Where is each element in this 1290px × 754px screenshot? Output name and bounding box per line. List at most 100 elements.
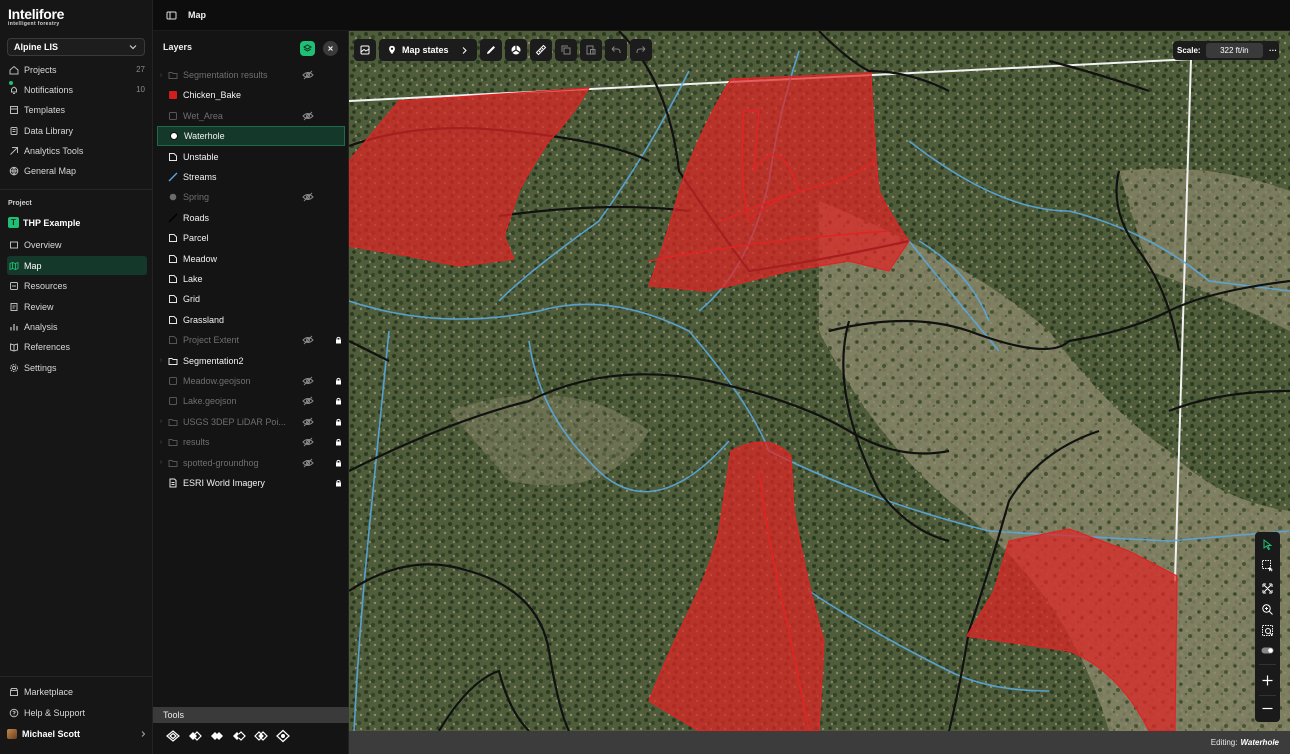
layer-row[interactable]: › USGS 3DEP LiDAR Poi... <box>157 412 345 432</box>
layer-row[interactable]: Roads <box>157 208 345 228</box>
layer-row[interactable]: › Segmentation results <box>157 65 345 85</box>
diamond-outline-tool-icon[interactable] <box>165 728 181 744</box>
layer-symbol <box>168 437 178 447</box>
map-canvas[interactable]: Map states Scale: 322 ft/in ··· <box>349 31 1290 731</box>
folder-icon <box>168 72 178 79</box>
square-icon <box>169 377 177 385</box>
nav-label: Analysis <box>24 321 58 332</box>
layer-row[interactable]: Chicken_Bake <box>157 85 345 105</box>
layer-row[interactable]: › spotted-groundhog <box>157 453 345 473</box>
zoom-to-selection-icon[interactable] <box>1261 624 1274 637</box>
layer-label: Unstable <box>183 151 219 162</box>
measure-button[interactable] <box>529 39 552 61</box>
eye-off-icon[interactable] <box>302 396 314 406</box>
brand-logo[interactable]: Intelifore intelligent forestry <box>8 7 64 27</box>
layer-row[interactable]: Parcel <box>157 228 345 248</box>
layer-row[interactable]: Spring <box>157 187 345 207</box>
nav-item-references[interactable]: References <box>7 337 147 356</box>
layer-row[interactable]: Meadow <box>157 249 345 269</box>
close-icon <box>328 46 333 51</box>
lock-icon <box>336 439 341 446</box>
scale-input[interactable]: 322 ft/in <box>1205 43 1264 58</box>
expand-caret-icon[interactable]: › <box>157 418 165 425</box>
layer-row[interactable]: Lake <box>157 269 345 289</box>
nav-item-review[interactable]: Review <box>7 297 147 316</box>
zoom-search-icon[interactable] <box>1261 603 1274 616</box>
nav-item-analytics-tools[interactable]: Analytics Tools <box>7 141 147 160</box>
expand-caret-icon[interactable]: › <box>157 357 165 364</box>
eye-off-icon[interactable] <box>302 335 314 345</box>
nav-item-analysis[interactable]: Analysis <box>7 317 147 336</box>
eye-off-icon[interactable] <box>302 417 314 427</box>
layer-row[interactable]: Project Extent <box>157 330 345 350</box>
layer-row[interactable]: › results <box>157 432 345 452</box>
organization-select[interactable]: Alpine LIS <box>7 38 145 56</box>
fit-extent-icon[interactable] <box>1261 582 1274 595</box>
layer-row[interactable]: › Segmentation2 <box>157 351 345 371</box>
layer-row[interactable]: Wet_Area <box>157 106 345 126</box>
nav-item-help-support[interactable]: Help & Support <box>7 703 147 722</box>
map-states-button[interactable]: Map states <box>379 39 477 61</box>
eye-off-icon[interactable] <box>302 111 314 121</box>
add-layer-button[interactable] <box>300 41 315 56</box>
nav-item-map[interactable]: Map <box>7 256 147 275</box>
layer-row[interactable]: Meadow.geojson <box>157 371 345 391</box>
eye-off-icon[interactable] <box>302 376 314 386</box>
red-fill-icon <box>169 91 177 100</box>
nav-item-projects[interactable]: Projects 27 <box>7 60 147 79</box>
nav-item-marketplace[interactable]: Marketplace <box>7 682 147 701</box>
more-options-icon[interactable]: ··· <box>1267 46 1279 55</box>
layer-label: ESRI World Imagery <box>183 478 265 488</box>
box-select-icon[interactable] <box>1261 559 1274 572</box>
nav-item-data-library[interactable]: Data Library <box>7 121 147 140</box>
close-panel-button[interactable] <box>323 41 338 56</box>
zoom-in-icon[interactable] <box>1261 674 1274 687</box>
nav-item-overview[interactable]: Overview <box>7 235 147 254</box>
layer-symbol <box>168 396 178 406</box>
nav-item-notifications[interactable]: Notifications 10 <box>7 80 147 99</box>
nav-item-templates[interactable]: Templates <box>7 100 147 119</box>
layer-row[interactable]: Grassland <box>157 310 345 330</box>
expand-caret-icon[interactable]: › <box>157 439 165 446</box>
nav-divider <box>0 676 153 677</box>
diamond-difference-tool-icon[interactable] <box>231 728 247 744</box>
draw-button[interactable] <box>479 39 502 61</box>
layer-row[interactable]: Unstable <box>157 147 345 167</box>
toggle-icon[interactable] <box>1261 644 1274 657</box>
diamond-fill-tool-icon[interactable] <box>209 728 225 744</box>
layer-row[interactable]: Grid <box>157 289 345 309</box>
nav-label: Review <box>24 301 54 312</box>
satellite-imagery <box>349 31 1290 731</box>
eye-off-icon[interactable] <box>302 70 314 80</box>
nav-item-resources[interactable]: Resources <box>7 276 147 295</box>
layer-row[interactable]: Lake.geojson <box>157 391 345 411</box>
sidebar-toggle-icon[interactable] <box>166 10 177 21</box>
select-pointer-icon[interactable] <box>1261 538 1274 551</box>
paste-button[interactable] <box>579 39 602 61</box>
nav-item-settings[interactable]: Settings <box>7 358 147 377</box>
zoom-out-icon[interactable] <box>1261 702 1274 715</box>
layer-label: Spring <box>183 192 210 203</box>
copy-button[interactable] <box>554 39 577 61</box>
layer-symbol <box>168 478 178 488</box>
diamond-center-tool-icon[interactable] <box>275 728 291 744</box>
redo-button[interactable] <box>629 39 652 61</box>
basemap-button[interactable] <box>354 39 376 61</box>
diamond-union-tool-icon[interactable] <box>187 728 203 744</box>
layer-row[interactable]: Waterhole <box>157 126 345 147</box>
project-name[interactable]: T THP Example <box>8 217 80 228</box>
user-menu[interactable]: Michael Scott <box>7 725 147 742</box>
layer-row[interactable]: ESRI World Imagery <box>157 473 345 493</box>
eye-off-icon[interactable] <box>302 192 314 202</box>
layer-row[interactable]: Streams <box>157 167 345 187</box>
templates-icon <box>10 105 18 114</box>
eye-off-icon[interactable] <box>302 437 314 447</box>
nav-item-general-map[interactable]: General Map <box>7 161 147 180</box>
eye-off-icon[interactable] <box>302 458 314 468</box>
diamond-intersect-tool-icon[interactable] <box>253 728 269 744</box>
layer-symbol <box>168 417 178 427</box>
expand-caret-icon[interactable]: › <box>157 459 165 466</box>
split-button[interactable] <box>504 39 527 61</box>
expand-caret-icon[interactable]: › <box>157 72 165 79</box>
undo-button[interactable] <box>604 39 627 61</box>
